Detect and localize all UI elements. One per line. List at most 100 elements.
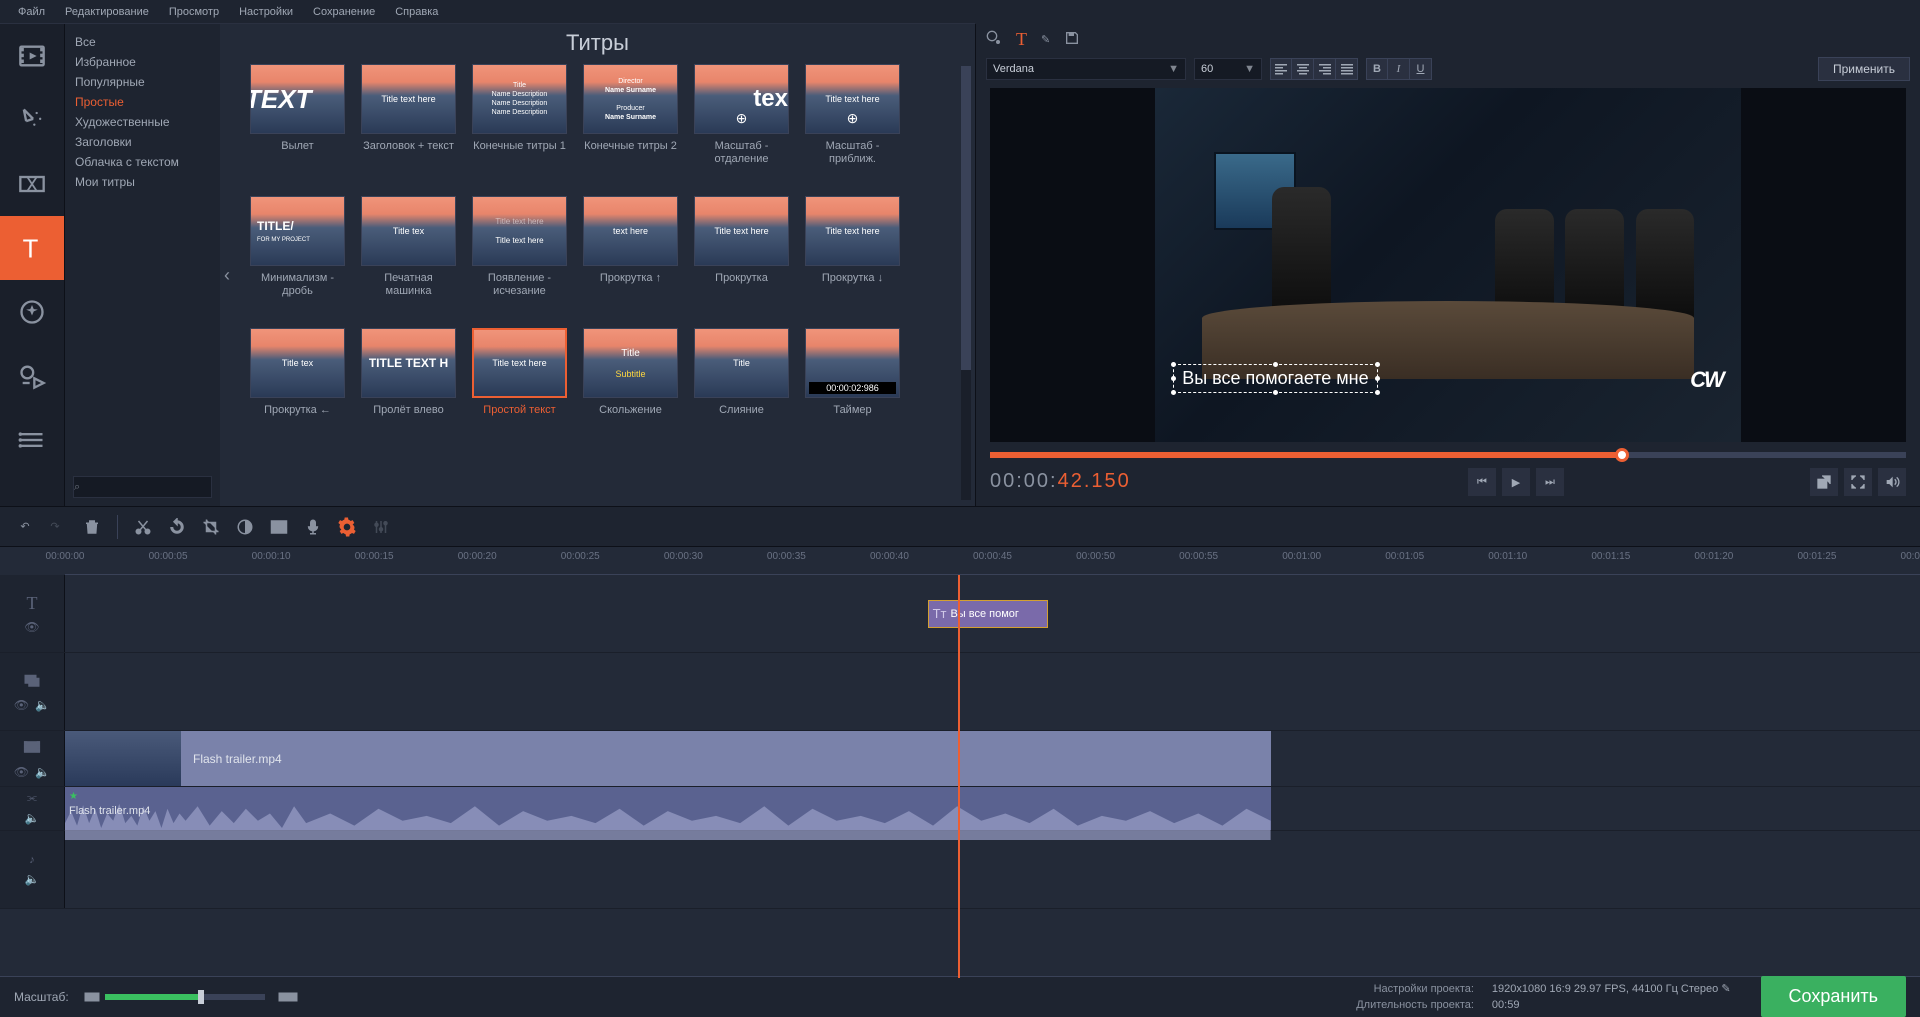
voiceover-button[interactable] — [298, 512, 328, 542]
align-left-button[interactable] — [1270, 58, 1292, 80]
volume-button[interactable] — [1878, 468, 1906, 496]
subtitle-text-box[interactable]: Вы все помогаете мне — [1173, 364, 1377, 393]
align-center-button[interactable] — [1292, 58, 1314, 80]
title-thumbnail[interactable]: text hereПрокрутка ↑ — [583, 196, 678, 298]
category-item[interactable]: Все — [65, 32, 220, 52]
menu-help[interactable]: Справка — [385, 2, 448, 22]
category-item[interactable]: Избранное — [65, 52, 220, 72]
track-overlay-content[interactable] — [65, 653, 1920, 730]
category-item[interactable]: Художественные — [65, 112, 220, 132]
tab-text[interactable]: T — [1016, 29, 1027, 50]
title-thumbnail[interactable]: DirectorName SurnameProducerName Surname… — [583, 64, 678, 166]
mute-toggle[interactable]: 🔈 — [35, 698, 50, 712]
clip-properties-button[interactable] — [332, 512, 362, 542]
title-thumbnail[interactable]: Title text here⊕Масштаб - приближ. — [805, 64, 900, 166]
track-linked-audio-content[interactable]: ★ Flash trailer.mp4 — [65, 787, 1920, 830]
title-thumbnail[interactable]: TitleName DescriptionName DescriptionNam… — [472, 64, 567, 166]
font-size-select[interactable]: 60▼ — [1194, 58, 1262, 80]
title-thumbnail[interactable]: Title text hereTitle text hereПоявление … — [472, 196, 567, 298]
rotate-button[interactable] — [162, 512, 192, 542]
mute-toggle[interactable]: 🔈 — [35, 765, 50, 779]
rail-more[interactable] — [0, 408, 64, 472]
visibility-toggle[interactable]: 👁 — [14, 698, 29, 712]
track-audio-content[interactable] — [65, 831, 1920, 908]
title-thumbnail[interactable]: Title text hereПростой текст — [472, 328, 567, 430]
zoom-out-button[interactable] — [81, 988, 103, 1006]
prev-frame-button[interactable]: ⏮ — [1468, 468, 1496, 496]
play-button[interactable]: ▶ — [1502, 468, 1530, 496]
mute-toggle[interactable]: 🔈 — [25, 811, 40, 825]
cut-button[interactable] — [128, 512, 158, 542]
zoom-slider[interactable] — [105, 994, 265, 1000]
undo-button[interactable]: ↶ — [10, 512, 40, 542]
title-clip[interactable]: Tᴛ Вы все помог — [928, 600, 1049, 628]
title-thumbnail[interactable]: text⊕Масштаб - отдаление — [694, 64, 789, 166]
edit-project-icon[interactable]: ✎ — [1721, 983, 1730, 995]
menu-settings[interactable]: Настройки — [229, 2, 303, 22]
redo-button[interactable]: ↷ — [40, 512, 70, 542]
save-button[interactable]: Сохранить — [1761, 976, 1906, 1017]
tab-save-preset[interactable] — [1064, 30, 1080, 49]
equalizer-button[interactable] — [366, 512, 396, 542]
bold-button[interactable]: B — [1366, 58, 1388, 80]
title-thumbnail-label: Конечные титры 2 — [583, 140, 678, 166]
rail-titles[interactable]: T — [0, 216, 64, 280]
tab-clip-properties[interactable] — [986, 30, 1002, 49]
title-thumbnail[interactable]: TEXTВылет — [250, 64, 345, 166]
category-item[interactable]: Популярные — [65, 72, 220, 92]
preview-video[interactable]: Вы все помогаете мне CW — [990, 88, 1906, 442]
tab-color[interactable]: ✎ — [1041, 33, 1050, 46]
italic-button[interactable]: I — [1388, 58, 1410, 80]
align-justify-button[interactable] — [1336, 58, 1358, 80]
title-thumbnail[interactable]: Title text hereЗаголовок + текст — [361, 64, 456, 166]
track-video-content[interactable]: Flash trailer.mp4 — [65, 731, 1920, 786]
visibility-toggle[interactable]: 👁 — [14, 765, 29, 779]
timeline-ruler[interactable]: 00:00:0000:00:0500:00:1000:00:1500:00:20… — [65, 547, 1920, 575]
menu-bar: Файл Редактирование Просмотр Настройки С… — [0, 0, 975, 24]
search-input[interactable] — [80, 481, 222, 493]
audio-clip[interactable]: ★ Flash trailer.mp4 — [65, 787, 1271, 830]
category-item[interactable]: Облачка с текстом — [65, 152, 220, 172]
crop-button[interactable] — [196, 512, 226, 542]
color-adjust-button[interactable] — [230, 512, 260, 542]
menu-file[interactable]: Файл — [8, 2, 55, 22]
rail-filters[interactable] — [0, 88, 64, 152]
align-right-button[interactable] — [1314, 58, 1336, 80]
title-thumbnail[interactable]: TITLE TEXT HПролёт влево — [361, 328, 456, 430]
panel-collapse-button[interactable]: ‹ — [224, 265, 230, 286]
next-frame-button[interactable]: ⏭ — [1536, 468, 1564, 496]
visibility-toggle[interactable]: 👁 — [24, 620, 39, 634]
apply-button[interactable]: Применить — [1818, 57, 1910, 81]
category-item[interactable]: Простые — [65, 92, 220, 112]
star-icon: ★ — [69, 791, 78, 802]
rail-import[interactable] — [0, 24, 64, 88]
title-thumbnail[interactable]: TitleSubtitleСкольжение — [583, 328, 678, 430]
video-clip-thumbnail — [65, 731, 181, 786]
title-thumbnail[interactable]: Title texПечатная машинка — [361, 196, 456, 298]
menu-view[interactable]: Просмотр — [159, 2, 229, 22]
titles-scrollbar[interactable] — [961, 66, 971, 500]
menu-save[interactable]: Сохранение — [303, 2, 385, 22]
pip-button[interactable] — [264, 512, 294, 542]
underline-button[interactable]: U — [1410, 58, 1432, 80]
title-thumbnail[interactable]: Title text hereПрокрутка ↓ — [805, 196, 900, 298]
title-thumbnail[interactable]: 00:00:02:986Таймер — [805, 328, 900, 430]
video-clip[interactable]: Flash trailer.mp4 — [65, 731, 1271, 786]
rail-callouts[interactable] — [0, 344, 64, 408]
rail-transitions[interactable] — [0, 152, 64, 216]
track-titles-content[interactable]: Tᴛ Вы все помог — [65, 575, 1920, 652]
fullscreen-button[interactable] — [1844, 468, 1872, 496]
title-thumbnail[interactable]: TitleСлияние — [694, 328, 789, 430]
mute-toggle[interactable]: 🔈 — [25, 872, 40, 886]
delete-button[interactable] — [77, 512, 107, 542]
font-select[interactable]: Verdana▼ — [986, 58, 1186, 80]
title-thumbnail[interactable]: Title texПрокрутка ← — [250, 328, 345, 430]
title-thumbnail[interactable]: TITLE/FOR MY PROJECTМинимализм - дробь — [250, 196, 345, 298]
menu-edit[interactable]: Редактирование — [55, 2, 159, 22]
category-item[interactable]: Заголовки — [65, 132, 220, 152]
category-item[interactable]: Мои титры — [65, 172, 220, 192]
title-thumbnail[interactable]: Title text hereПрокрутка — [694, 196, 789, 298]
zoom-fit-button[interactable] — [277, 988, 299, 1006]
rail-stickers[interactable] — [0, 280, 64, 344]
detach-preview-button[interactable] — [1810, 468, 1838, 496]
